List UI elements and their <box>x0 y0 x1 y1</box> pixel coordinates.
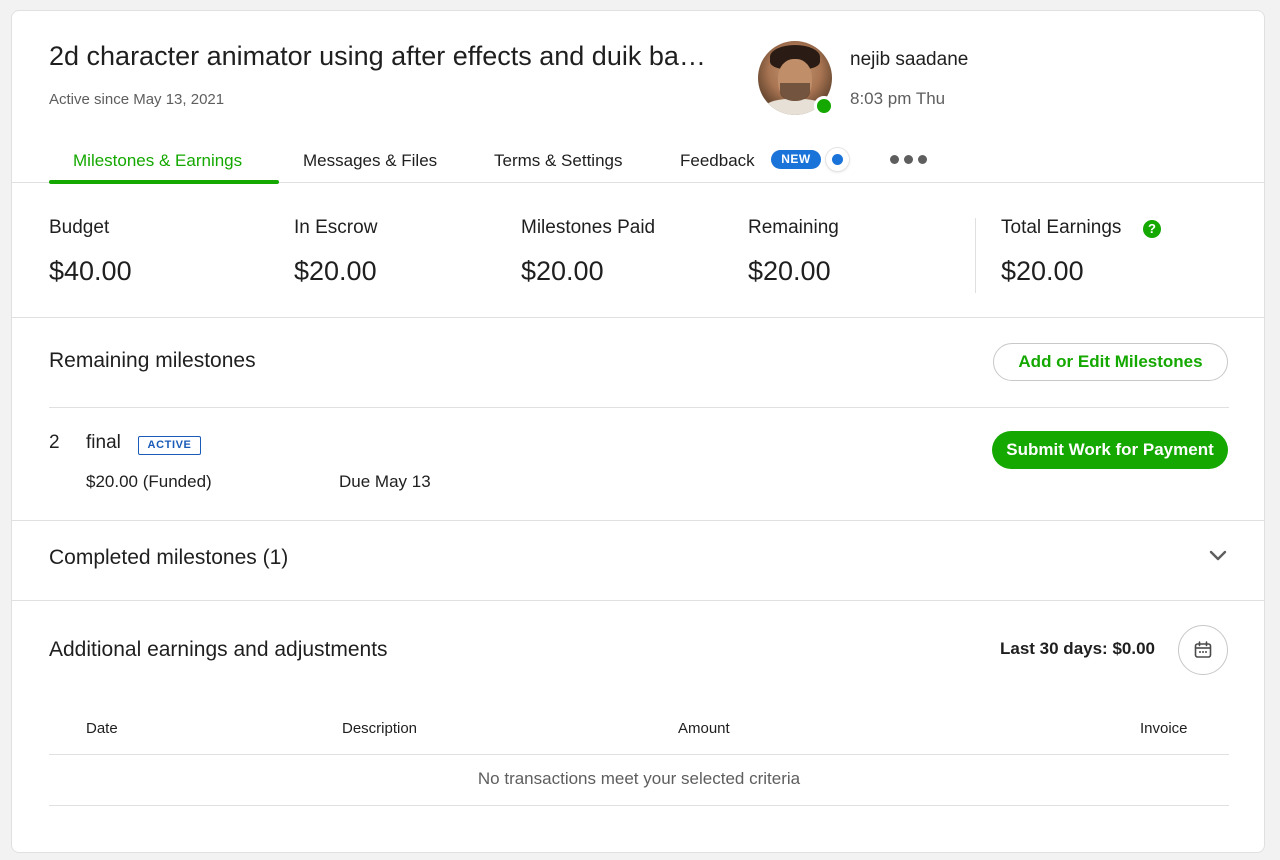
milestone-number: 2 <box>49 432 60 453</box>
remaining-label: Remaining <box>748 217 839 238</box>
budget-label: Budget <box>49 217 110 238</box>
in-escrow-value: $20.00 <box>294 256 377 286</box>
column-header-date: Date <box>86 720 118 737</box>
new-badge: NEW <box>771 150 821 169</box>
section-divider <box>12 317 1264 318</box>
contract-title: 2d character animator using after effect… <box>49 41 706 71</box>
table-header-divider <box>49 754 1229 755</box>
tab-messages-files[interactable]: Messages & Files <box>303 151 437 171</box>
chevron-down-icon[interactable] <box>1207 545 1229 567</box>
adjustments-title: Additional earnings and adjustments <box>49 638 388 661</box>
contract-card: 2d character animator using after effect… <box>11 10 1265 853</box>
section-divider <box>12 520 1264 521</box>
budget-value: $40.00 <box>49 256 132 286</box>
online-status-icon <box>814 96 834 116</box>
completed-milestones-toggle[interactable]: Completed milestones (1) <box>49 546 288 570</box>
milestone-due-date: Due May 13 <box>339 472 431 491</box>
tab-milestones-earnings[interactable]: Milestones & Earnings <box>73 151 242 171</box>
in-escrow-label: In Escrow <box>294 217 378 238</box>
active-tab-indicator <box>49 180 279 184</box>
empty-table-message: No transactions meet your selected crite… <box>477 769 801 788</box>
calendar-icon <box>1194 641 1212 658</box>
column-header-description: Description <box>342 720 418 737</box>
tab-feedback[interactable]: Feedback <box>680 151 755 171</box>
add-edit-milestones-button[interactable]: Add or Edit Milestones <box>993 343 1228 381</box>
submit-work-button[interactable]: Submit Work for Payment <box>992 431 1228 469</box>
freelancer-name[interactable]: nejib saadane <box>850 49 968 71</box>
column-header-amount: Amount <box>678 720 730 737</box>
remaining-value: $20.00 <box>748 256 831 286</box>
total-earnings-label: Total Earnings <box>1001 217 1122 238</box>
milestone-amount: $20.00 (Funded) <box>86 472 212 491</box>
notification-dot-icon <box>826 148 849 171</box>
period-summary: Last 30 days: $0.00 <box>1000 639 1155 658</box>
date-range-button[interactable] <box>1178 625 1228 675</box>
stats-divider <box>975 218 976 293</box>
column-header-invoice: Invoice <box>1140 720 1188 737</box>
more-horizontal-icon[interactable] <box>890 149 930 169</box>
milestones-paid-label: Milestones Paid <box>521 217 656 238</box>
milestone-status-badge: ACTIVE <box>138 436 201 455</box>
milestones-paid-value: $20.00 <box>521 256 604 286</box>
table-bottom-divider <box>49 805 1229 806</box>
tab-terms-settings[interactable]: Terms & Settings <box>494 151 623 171</box>
freelancer-local-time: 8:03 pm Thu <box>850 89 946 108</box>
remaining-milestones-title: Remaining milestones <box>49 349 256 372</box>
milestone-name: final <box>86 432 121 453</box>
total-earnings-value: $20.00 <box>1001 256 1084 286</box>
question-circle-icon[interactable]: ? <box>1143 220 1161 238</box>
active-since: Active since May 13, 2021 <box>49 91 225 108</box>
section-divider <box>12 600 1264 601</box>
milestones-divider <box>49 407 1229 408</box>
